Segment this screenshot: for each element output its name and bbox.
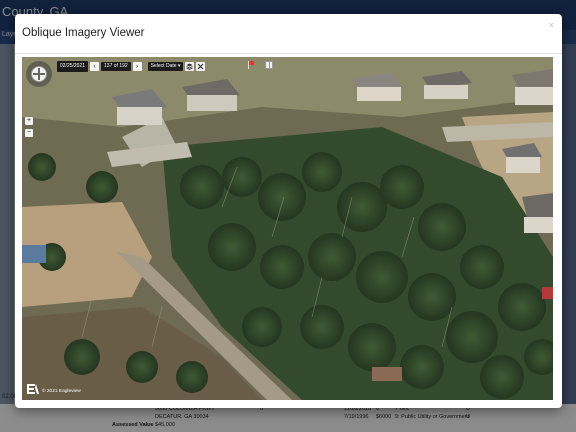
next-image-button[interactable]: › xyxy=(132,62,142,71)
capture-date: 02/25/2021 xyxy=(57,61,89,72)
modal-divider xyxy=(15,53,562,54)
copyright-text: © 2021 Eagleview xyxy=(42,389,81,394)
modal-title: Oblique Imagery Viewer xyxy=(22,27,145,39)
compass-icon[interactable] xyxy=(26,61,52,87)
viewer-toolbar: 02/25/2021 ‹ 137 of 192 › Select Date ▾ xyxy=(57,61,206,72)
image-count: 137 of 192 xyxy=(101,62,131,71)
select-date-dropdown[interactable]: Select Date ▾ xyxy=(147,62,184,71)
prev-image-button[interactable]: ‹ xyxy=(90,62,100,71)
split-panel-icon[interactable] xyxy=(265,61,273,69)
compass-rose[interactable] xyxy=(31,66,47,82)
zoom-in-button[interactable]: + xyxy=(25,117,33,125)
oblique-imagery-modal: Oblique Imagery Viewer × 02/25/2021 ‹ 13… xyxy=(15,14,562,408)
tools-icon[interactable] xyxy=(196,62,206,71)
oblique-image-viewer[interactable]: 02/25/2021 ‹ 137 of 192 › Select Date ▾ … xyxy=(22,57,553,400)
close-button[interactable]: × xyxy=(549,20,554,30)
aerial-image[interactable] xyxy=(22,57,553,400)
eagleview-logo-icon xyxy=(27,384,39,394)
flag-icon[interactable] xyxy=(248,61,254,69)
zoom-out-button[interactable]: − xyxy=(25,129,33,137)
layers-icon[interactable] xyxy=(185,62,195,71)
